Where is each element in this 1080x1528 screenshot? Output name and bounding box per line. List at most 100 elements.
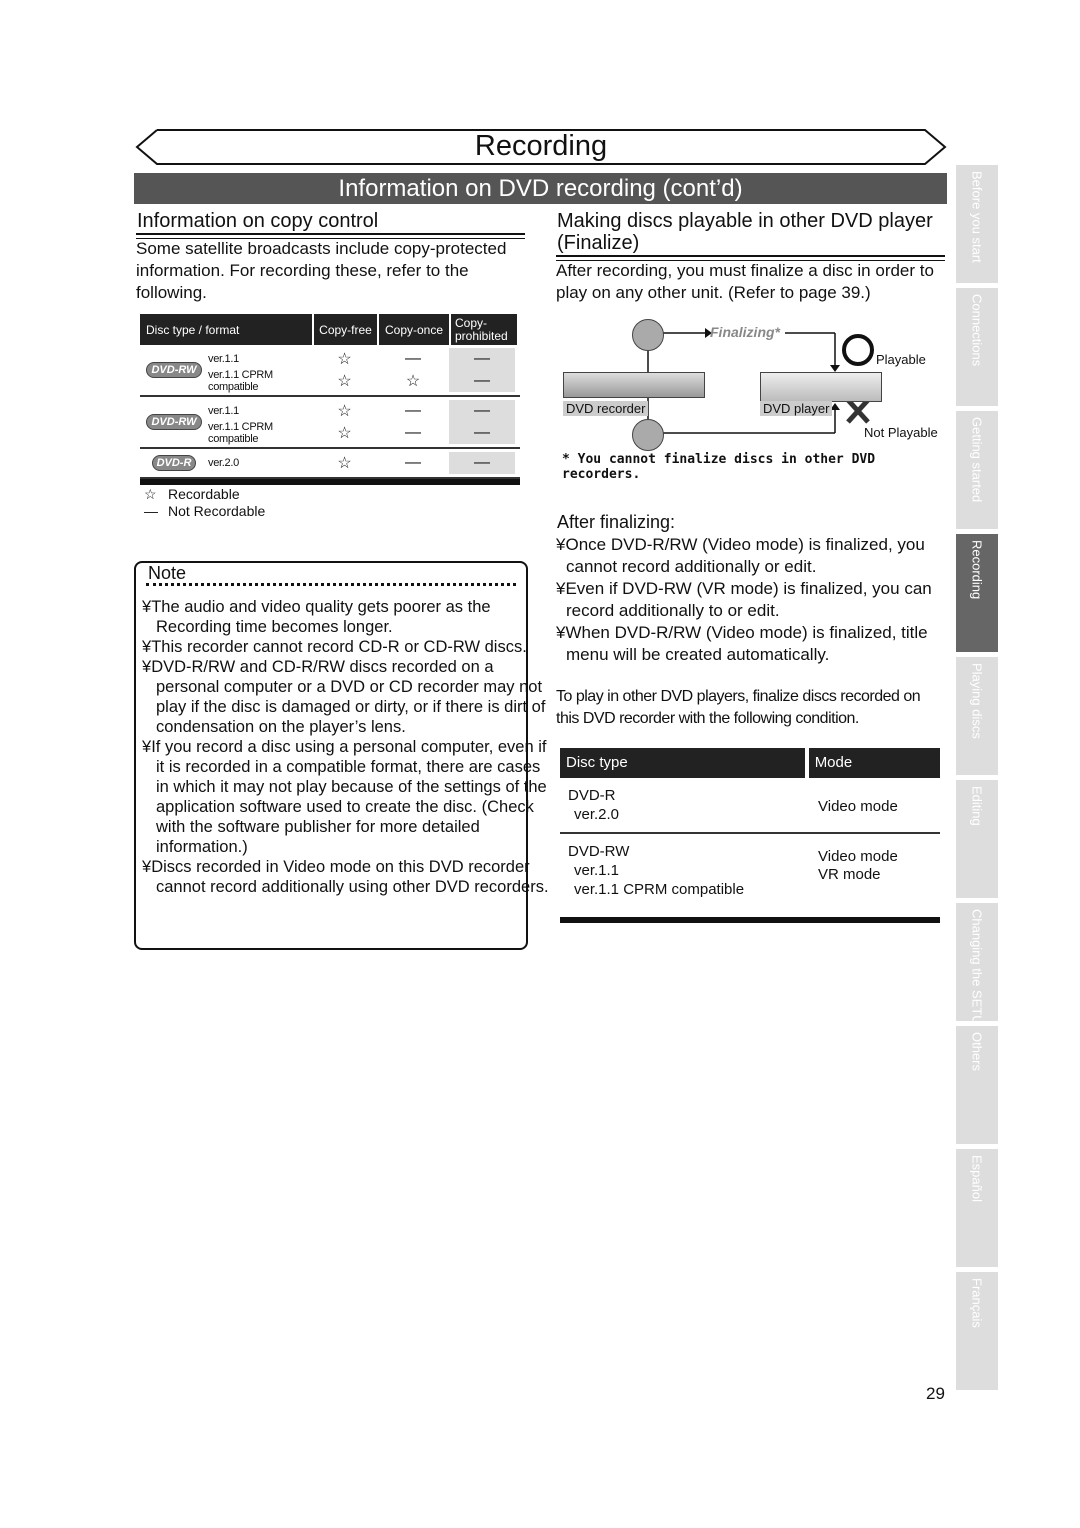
version-cell: ver.1.1 [208, 353, 239, 365]
finalize-diagram: Finalizing* DVD recorder DVD player Play… [560, 315, 950, 482]
disc-logo: DVD-R [140, 452, 208, 474]
mode-value: Video mode [818, 848, 898, 865]
side-tab[interactable]: Changing the SETUP menu [956, 903, 998, 1069]
finalize-intro: After recording, you must finalize a dis… [556, 261, 934, 302]
not-playable-label: Not Playable [864, 425, 938, 440]
legend-not-recordable: — Not Recordable [144, 503, 266, 519]
dvd-recorder-icon [563, 372, 705, 398]
copy-control-table: Disc type / format Copy-free Copy-once C… [140, 314, 520, 485]
table-bottom-bar [140, 479, 520, 485]
version-cell: ver.1.1 CPRM compatible [208, 369, 273, 393]
dvd-player-icon [760, 372, 882, 402]
status-cell: — [449, 370, 515, 392]
table-row: DVD-R ver.2.0 Video mode [560, 778, 940, 834]
header-mode: Mode [808, 748, 940, 778]
after-item: ¥When DVD-R/RW (Video mode) is finalized… [556, 623, 928, 664]
disc-logo-text: DVD-RW [146, 414, 202, 430]
mode-value: Video mode [818, 798, 898, 815]
status-cell: — [449, 452, 515, 474]
table-row: ver.1.1 ☆ — — [208, 400, 520, 422]
after-finalizing-list: ¥Once DVD-R/RW (Video mode) is finalized… [556, 534, 960, 666]
note-divider [146, 583, 516, 586]
status-cell: ☆ [337, 403, 352, 420]
note-title: Note [148, 563, 187, 583]
note-box: Note ¥The audio and video quality gets p… [134, 561, 549, 950]
status-cell: — [405, 424, 421, 441]
table-row-group: DVD-R ver.2.0 ☆ — — [140, 449, 520, 479]
side-tab[interactable]: Connections [956, 288, 998, 406]
disc-icon [632, 419, 664, 451]
condition-text: To play in other DVD players, finalize d… [556, 688, 921, 727]
status-cell: ☆ [337, 455, 352, 472]
note-item: ¥This recorder cannot record CD-R or CD-… [142, 638, 527, 656]
copy-control-intro: Some satellite broadcasts include copy-p… [136, 239, 507, 302]
disc-version: ver.1.1 [574, 862, 620, 879]
after-finalizing-heading: After finalizing: [557, 512, 676, 532]
table-row: ver.2.0 ☆ — — [208, 452, 520, 474]
status-cell: — [449, 400, 515, 422]
status-cell: ☆ [405, 373, 421, 390]
disc-version: ver.2.0 [574, 806, 620, 823]
side-tab[interactable]: Editing [956, 780, 998, 898]
version-cell: ver.1.1 CPRM compatible [208, 421, 273, 445]
side-tab[interactable]: Français [956, 1272, 998, 1390]
header-disc-type: Disc type [560, 748, 805, 778]
note-item: ¥DVD-R/RW and CD-R/RW discs recorded on … [142, 658, 546, 736]
side-tabs: Before you start Connections Getting start… [956, 165, 998, 1395]
page-number: 29 [926, 1384, 945, 1403]
after-item: ¥Once DVD-R/RW (Video mode) is finalized… [556, 535, 925, 576]
disc-icon [632, 319, 664, 351]
status-cell: ☆ [337, 351, 352, 368]
status-cell: — [405, 350, 421, 367]
disc-logo-text: DVD-RW [146, 362, 202, 378]
table-row: ver.1.1 CPRM compatible ☆ ☆ — [208, 369, 520, 393]
disc-version: ver.1.1 CPRM compatible [574, 881, 745, 898]
finalize-table: Disc type Mode DVD-R ver.2.0 Video mode DVD… [560, 748, 940, 923]
side-tab[interactable]: Getting started [956, 411, 998, 529]
table-row: DVD-RW ver.1.1 ver.1.1 CPRM compatible Vide… [560, 834, 940, 907]
status-cell: ☆ [337, 373, 352, 390]
mode-value: VR mode [818, 866, 881, 883]
side-tab[interactable]: Playing discs [956, 657, 998, 775]
version-cell: ver.1.1 [208, 405, 239, 417]
side-tab[interactable]: Recording [956, 534, 998, 652]
status-cell: — [449, 348, 515, 370]
status-cell: — [449, 422, 515, 444]
disc-logo: DVD-RW [140, 348, 208, 392]
playable-label: Playable [876, 352, 926, 367]
table-header: Disc type / format Copy-free Copy-once C… [140, 314, 520, 345]
dvd-recorder-label: DVD recorder [563, 401, 649, 416]
section-title: Information on DVD recording (cont’d) [134, 173, 947, 204]
header-disc-type: Disc type / format [140, 314, 312, 345]
disc-type: DVD-R [568, 787, 616, 804]
disc-type: DVD-RW [568, 843, 630, 860]
status-cell: ☆ [337, 425, 352, 442]
diagram-footnote: * You cannot finalize discs in other DVD… [562, 452, 876, 482]
after-item: ¥Even if DVD-RW (VR mode) is finalized, … [556, 579, 932, 620]
side-tab[interactable]: Others [956, 1026, 998, 1144]
legend: ☆ Recordable — Not Recordable [144, 486, 265, 520]
side-tab[interactable]: Español [956, 1149, 998, 1267]
table-bottom-bar [560, 917, 940, 923]
status-cell: — [405, 402, 421, 419]
page-title: Recording [474, 130, 608, 162]
disc-logo-text: DVD-R [151, 455, 197, 471]
finalize-heading: Making discs playable in other DVD playe… [557, 210, 933, 254]
page-title-banner: Recording [135, 128, 947, 166]
copy-control-heading: Information on copy control [137, 210, 379, 232]
dvd-player-label: DVD player [760, 401, 833, 416]
table-row-group: DVD-RW ver.1.1 ☆ — — ver.1.1 CPRM compatible ☆… [140, 397, 520, 449]
table-header: Disc type Mode [560, 748, 940, 778]
side-tab[interactable]: Before you start [956, 165, 998, 283]
legend-recordable: ☆ Recordable [144, 486, 240, 502]
header-copy-prohibited: Copy-prohibited [451, 314, 517, 345]
status-cell: — [405, 454, 421, 471]
header-copy-once: Copy-once [379, 314, 449, 345]
table-row: ver.1.1 ☆ — — [208, 348, 520, 370]
note-item: ¥If you record a disc using a personal c… [142, 738, 547, 856]
note-item: ¥Discs recorded in Video mode on this DV… [142, 858, 549, 896]
finalizing-label: Finalizing* [710, 324, 780, 340]
header-copy-free: Copy-free [314, 314, 377, 345]
disc-logo: DVD-RW [140, 400, 208, 444]
note-item: ¥The audio and video quality gets poorer… [142, 598, 491, 636]
